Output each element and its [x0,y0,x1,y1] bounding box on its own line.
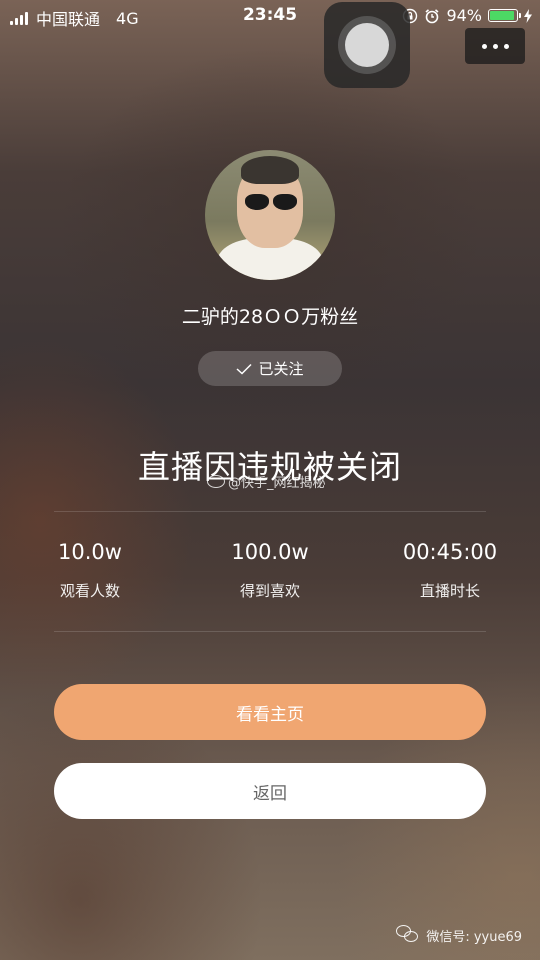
wechat-watermark: 微信号: yyue69 [396,925,522,945]
view-homepage-button[interactable]: 看看主页 [54,684,486,740]
stat-value: 100.0w [231,540,309,564]
stat-duration: 00:45:00 直播时长 [390,540,510,601]
battery-level-fill [490,11,514,20]
stat-value: 00:45:00 [402,540,498,564]
avatar[interactable] [205,150,335,280]
wechat-id: 微信号: yyue69 [426,929,522,945]
stat-label: 直播时长 [419,582,480,600]
follow-label: 已关注 [258,360,304,378]
stat-likes: 100.0w 得到喜欢 [210,540,330,601]
status-right: 94% [402,6,532,25]
check-icon [236,363,253,375]
weibo-icon [207,475,225,488]
alarm-icon [425,8,439,23]
charging-icon [524,8,532,23]
watermark-text: @快手_网红揭秘 [228,476,326,491]
stat-label: 得到喜欢 [239,582,300,600]
battery-percent: 94% [446,6,482,25]
more-dots-icon [481,43,487,49]
stat-value: 10.0w [58,540,122,564]
status-bar: 中国联通 4G 23:45 94% [0,0,540,32]
wechat-icon [396,925,420,945]
weibo-watermark: @快手_网红揭秘 [207,472,326,491]
followed-button[interactable]: 已关注 [198,351,342,386]
live-stats: 10.0w 观看人数 100.0w 得到喜欢 00:45:00 直播时长 [0,540,540,610]
username: 二驴的28ＯＯ万粉丝 [181,306,359,328]
assistive-touch-button[interactable] [324,2,410,88]
back-button[interactable]: 返回 [54,763,486,819]
more-options-button[interactable] [465,28,525,64]
divider-bottom [54,631,486,632]
battery-icon [488,9,521,22]
stat-label: 观看人数 [59,582,120,600]
divider-top [54,511,486,512]
stat-viewers: 10.0w 观看人数 [40,540,140,601]
